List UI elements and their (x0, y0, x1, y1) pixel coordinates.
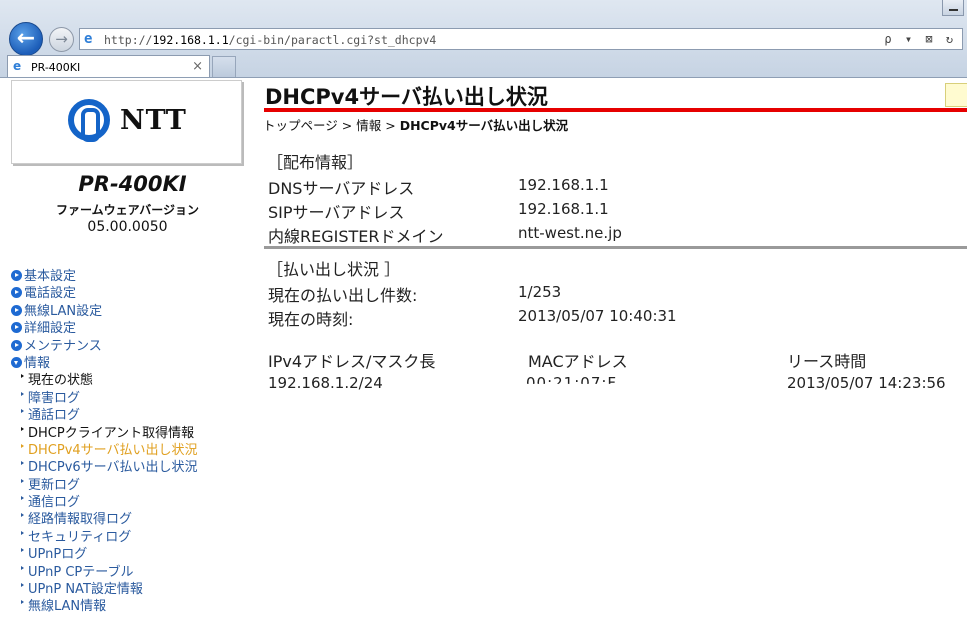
submenu-item-fault-log[interactable]: 障害ログ (11, 387, 198, 406)
main-content: DHCPv4サーバ払い出し状況 トップページ > 情報 > DHCPv4サーバ払… (245, 78, 967, 623)
submenu-item-call-log[interactable]: 通話ログ (11, 404, 198, 423)
lease-row-mac: 00:21:07:F (526, 374, 618, 392)
current-time-value: 2013/05/07 10:40:31 (518, 307, 677, 325)
address-tools-icons[interactable]: ρ ▾ ⊠ ↻ (884, 32, 956, 46)
title-underline (264, 108, 967, 112)
breadcrumb-current: DHCPv4サーバ払い出し状況 (399, 118, 569, 133)
menu-item-phone-settings[interactable]: 電話設定 (11, 282, 198, 301)
submenu-item-route-info-log[interactable]: 経路情報取得ログ (11, 508, 198, 527)
circle-arrow-icon (11, 270, 22, 281)
column-header-ip: IPv4アドレス/マスク長 (268, 352, 436, 371)
browser-tab[interactable]: e PR-400KI × (7, 55, 210, 77)
menu-item-basic-settings[interactable]: 基本設定 (11, 265, 198, 284)
back-arrow-icon[interactable]: ← (9, 22, 43, 56)
circle-arrow-down-icon (11, 356, 22, 368)
column-header-lease: リース時間 (787, 352, 867, 371)
submenu-item-dhcpv4-server-status[interactable]: DHCPv4サーバ払い出し状況 (11, 439, 198, 458)
ntt-logo-text: NTT (120, 105, 187, 136)
menu-item-maintenance[interactable]: メンテナンス (11, 335, 198, 354)
forward-arrow-icon[interactable]: → (49, 27, 74, 52)
menu-item-info[interactable]: 情報 (11, 352, 198, 371)
close-tab-icon[interactable]: × (192, 59, 203, 74)
submenu-item-dhcp-client-info[interactable]: DHCPクライアント取得情報 (11, 422, 198, 441)
sidebar-menu: 基本設定 電話設定 無線LAN設定 詳細設定 メンテナンス 情報 現在の状態 障… (11, 265, 198, 614)
submenu-item-current-status[interactable]: 現在の状態 (11, 369, 198, 388)
circle-arrow-icon (11, 339, 22, 351)
circle-arrow-icon (11, 322, 22, 334)
submenu-item-update-log[interactable]: 更新ログ (11, 474, 198, 493)
help-tab[interactable] (945, 83, 967, 107)
section-distribution-info: ［配布情報］ (267, 153, 364, 172)
column-header-mac: MACアドレス (528, 352, 628, 371)
address-url[interactable]: http://192.168.1.1/cgi-bin/paractl.cgi?s… (104, 33, 436, 47)
submenu-item-communication-log[interactable]: 通信ログ (11, 491, 198, 510)
ntt-logo-icon (68, 99, 110, 142)
ie-icon: e (84, 31, 93, 47)
submenu-item-upnp-nat-info[interactable]: UPnP NAT設定情報 (11, 578, 198, 597)
submenu-item-dhcpv6-server-status[interactable]: DHCPv6サーバ払い出し状況 (11, 456, 198, 475)
breadcrumb-top[interactable]: トップページ (263, 118, 338, 133)
submenu-item-security-log[interactable]: セキュリティログ (11, 526, 198, 545)
ntt-logo: NTT (11, 80, 242, 164)
address-bar[interactable]: e http://192.168.1.1/cgi-bin/paractl.cgi… (79, 28, 963, 50)
minimize-button[interactable] (942, 0, 964, 16)
breadcrumb-info[interactable]: 情報 (356, 118, 381, 133)
section-divider (264, 246, 967, 249)
sidebar: NTT PR-400KI ファームウェアバージョン 05.00.0050 基本設… (0, 78, 245, 623)
register-domain-value: ntt-west.ne.jp (518, 224, 622, 242)
browser-chrome: ← → e http://192.168.1.1/cgi-bin/paractl… (0, 0, 967, 78)
menu-item-wlan-settings[interactable]: 無線LAN設定 (11, 300, 198, 319)
info-submenu: 現在の状態 障害ログ 通話ログ DHCPクライアント取得情報 DHCPv4サーバ… (11, 369, 198, 614)
tab-title: PR-400KI (31, 61, 81, 74)
page-title: DHCPv4サーバ払い出し状況 (265, 85, 548, 109)
circle-arrow-icon (11, 287, 22, 299)
menu-item-advanced-settings[interactable]: 詳細設定 (11, 317, 198, 336)
section-lease-status: ［払い出し状況 ］ (267, 260, 401, 279)
submenu-item-upnp-log[interactable]: UPnPログ (11, 543, 198, 562)
ie-tab-icon: e (13, 59, 22, 73)
dns-label: DNSサーバアドレス (268, 179, 415, 198)
new-tab-button[interactable] (212, 56, 236, 77)
lease-count-label: 現在の払い出し件数: (268, 286, 418, 305)
submenu-item-wlan-info[interactable]: 無線LAN情報 (11, 595, 198, 614)
lease-row-ip: 192.168.1.2/24 (268, 374, 383, 392)
dns-value: 192.168.1.1 (518, 176, 609, 194)
firmware-version: 05.00.0050 (87, 219, 168, 235)
register-domain-label: 内線REGISTERドメイン (268, 227, 444, 246)
circle-arrow-icon (11, 304, 22, 316)
sip-label: SIPサーバアドレス (268, 203, 405, 222)
lease-row-lease-time: 2013/05/07 14:23:56 (787, 374, 946, 392)
breadcrumb: トップページ > 情報 > DHCPv4サーバ払い出し状況 (263, 118, 569, 133)
submenu-item-upnp-cp-table[interactable]: UPnP CPテーブル (11, 561, 198, 580)
current-time-label: 現在の時刻: (268, 310, 354, 329)
firmware-label: ファームウェアバージョン (56, 203, 199, 217)
sip-value: 192.168.1.1 (518, 200, 609, 218)
lease-count-value: 1/253 (518, 283, 562, 301)
info-submenu-container: 現在の状態 障害ログ 通話ログ DHCPクライアント取得情報 DHCPv4サーバ… (11, 369, 198, 614)
model-name: PR-400KI (78, 172, 187, 196)
